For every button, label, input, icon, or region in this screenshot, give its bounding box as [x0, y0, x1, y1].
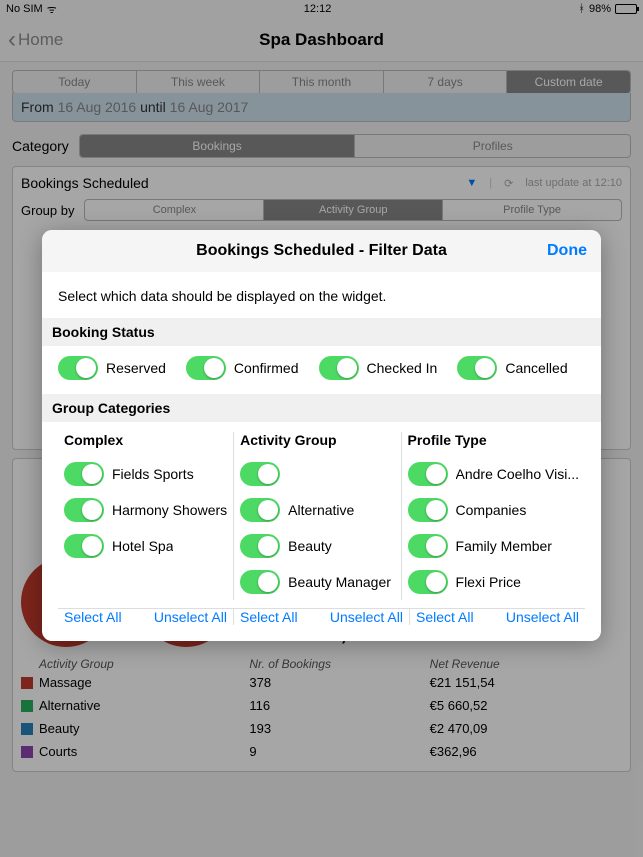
complex-select-all[interactable]: Select All [64, 609, 122, 625]
option-label: Fields Sports [112, 466, 194, 482]
option-label: Flexi Price [456, 574, 521, 590]
toggle-confirmed[interactable] [186, 356, 226, 380]
option-label: Alternative [288, 502, 354, 518]
toggle-label: Checked In [367, 360, 438, 376]
booking-status-title: Booking Status [42, 318, 601, 346]
profile-title: Profile Type [408, 432, 579, 448]
toggle-profile-item[interactable] [408, 498, 448, 522]
option-label: Andre Coelho Visi... [456, 466, 579, 482]
toggle-complex-item[interactable] [64, 498, 104, 522]
toggle-label: Confirmed [234, 360, 299, 376]
toggle-profile-item[interactable] [408, 570, 448, 594]
toggle-activity-item[interactable] [240, 534, 280, 558]
option-label: Family Member [456, 538, 552, 554]
activity-title: Activity Group [240, 432, 394, 448]
toggle-activity-item[interactable] [240, 498, 280, 522]
toggle-activity-item[interactable] [240, 462, 280, 486]
option-label: Beauty [288, 538, 332, 554]
toggle-reserved[interactable] [58, 356, 98, 380]
toggle-cancelled[interactable] [457, 356, 497, 380]
complex-unselect-all[interactable]: Unselect All [154, 609, 227, 625]
toggle-label: Cancelled [505, 360, 567, 376]
option-label: Hotel Spa [112, 538, 173, 554]
activity-unselect-all[interactable]: Unselect All [330, 609, 403, 625]
filter-modal: Bookings Scheduled - Filter Data Done Se… [42, 230, 601, 641]
modal-title: Bookings Scheduled - Filter Data [196, 242, 447, 260]
done-button[interactable]: Done [547, 242, 587, 260]
toggle-activity-item[interactable] [240, 570, 280, 594]
group-categories-title: Group Categories [42, 394, 601, 422]
toggle-complex-item[interactable] [64, 534, 104, 558]
toggle-profile-item[interactable] [408, 462, 448, 486]
toggle-profile-item[interactable] [408, 534, 448, 558]
toggle-complex-item[interactable] [64, 462, 104, 486]
option-label: Beauty Manager [288, 574, 391, 590]
profile-unselect-all[interactable]: Unselect All [506, 609, 579, 625]
complex-title: Complex [64, 432, 227, 448]
modal-description: Select which data should be displayed on… [58, 288, 585, 304]
toggle-checked-in[interactable] [319, 356, 359, 380]
profile-select-all[interactable]: Select All [416, 609, 474, 625]
activity-select-all[interactable]: Select All [240, 609, 298, 625]
toggle-label: Reserved [106, 360, 166, 376]
option-label: Harmony Showers [112, 502, 227, 518]
option-label: Companies [456, 502, 527, 518]
